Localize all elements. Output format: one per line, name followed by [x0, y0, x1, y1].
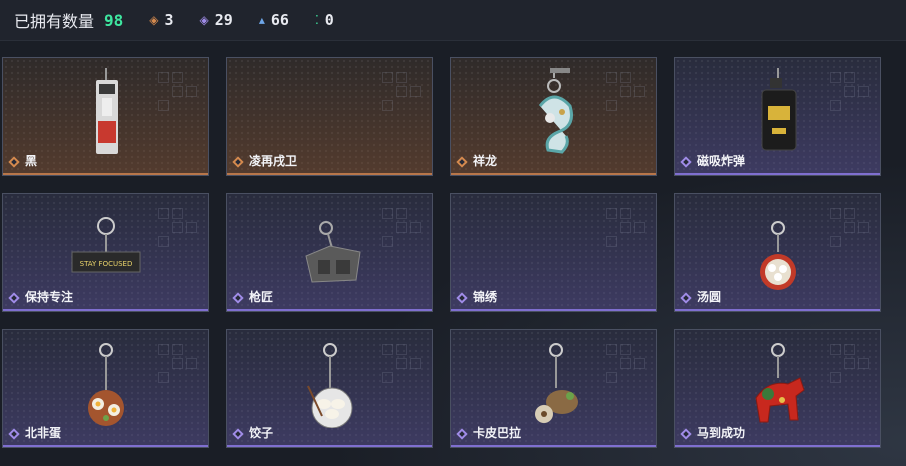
- item-name: 马到成功: [697, 426, 746, 440]
- item-card[interactable]: 祥龙: [450, 57, 657, 176]
- capybara-pendant-image: [514, 338, 594, 428]
- stat-green-count: 0: [324, 11, 334, 29]
- card-pattern-decoration: [606, 208, 646, 248]
- card-pattern-decoration: [830, 208, 870, 248]
- item-name: 祥龙: [473, 154, 498, 168]
- dragon-pendant-image: [514, 66, 594, 156]
- dumpling-plate-pendant-image: [290, 338, 370, 429]
- stat-purple-count: 29: [214, 11, 233, 29]
- shakshuka-pendant-image: [66, 338, 146, 428]
- none-image: [290, 66, 370, 156]
- stat-blue-count: 66: [270, 11, 289, 29]
- green-dots-icon: ⁚: [314, 13, 319, 27]
- card-pattern-decoration: [158, 208, 198, 248]
- item-card[interactable]: 凌再戌卫: [226, 57, 433, 176]
- item-card[interactable]: 黑: [2, 57, 209, 176]
- item-card[interactable]: 北非蛋: [2, 329, 209, 448]
- stat-purple: ◈ 29: [200, 11, 233, 29]
- stat-orange: ◈ 3: [149, 11, 173, 29]
- item-card[interactable]: 马到成功: [674, 329, 881, 448]
- item-name: 枪匠: [249, 290, 274, 304]
- card-pattern-decoration: [382, 208, 422, 248]
- stat-orange-count: 3: [164, 11, 174, 29]
- item-name: 北非蛋: [25, 426, 62, 440]
- item-name: 锦绣: [473, 290, 498, 304]
- gun-receiver-pendant-image: [290, 202, 370, 292]
- card-pattern-decoration: [830, 72, 870, 112]
- item-grid: 黑 凌再戌卫 祥龙 磁吸炸弹 STAY FOCUSED 保持专注 枪匠 锦绣 汤圆北非蛋 饺子 卡皮…: [2, 57, 881, 448]
- red-horse-pendant-image: [738, 338, 818, 428]
- stat-blue: ▴ 66: [259, 11, 289, 29]
- item-name: 卡皮巴拉: [473, 426, 522, 440]
- tangyuan-bowl-pendant-image: [738, 202, 818, 292]
- item-name: 凌再戌卫: [249, 154, 298, 168]
- card-pattern-decoration: [606, 344, 646, 384]
- stat-green: ⁚ 0: [315, 11, 334, 29]
- item-name: 汤圆: [697, 290, 722, 304]
- stay-focused-tag-image: STAY FOCUSED: [66, 202, 146, 292]
- card-pattern-decoration: [830, 344, 870, 384]
- collection-header: 已拥有数量 98 ◈ 3 ◈ 29 ▴ 66 ⁚ 0: [0, 0, 906, 41]
- bomb-pendant-image: [738, 66, 818, 156]
- owned-count: 98: [104, 10, 124, 30]
- item-card[interactable]: 锦绣: [450, 193, 657, 312]
- card-pattern-decoration: [158, 72, 198, 112]
- red-battery-pendant-image: [66, 66, 146, 156]
- owned-label: 已拥有数量: [14, 12, 95, 31]
- item-name: 保持专注: [25, 290, 74, 304]
- item-card[interactable]: 饺子: [226, 329, 433, 448]
- card-pattern-decoration: [158, 344, 198, 384]
- purple-diamond-icon: ◈: [199, 13, 209, 27]
- item-card[interactable]: 汤圆: [674, 193, 881, 312]
- none-image: [514, 202, 594, 292]
- card-pattern-decoration: [382, 344, 422, 384]
- orange-diamond-icon: ◈: [149, 13, 159, 27]
- item-card[interactable]: 枪匠: [226, 193, 433, 312]
- blue-diamond-icon: ▴: [258, 13, 265, 27]
- item-name: 饺子: [249, 426, 274, 440]
- item-card[interactable]: STAY FOCUSED 保持专注: [2, 193, 209, 312]
- item-card[interactable]: 磁吸炸弹: [674, 57, 881, 176]
- card-pattern-decoration: [606, 72, 646, 112]
- svg-text:STAY FOCUSED: STAY FOCUSED: [79, 260, 132, 268]
- item-name: 磁吸炸弹: [697, 154, 746, 168]
- item-name: 黑: [25, 154, 38, 168]
- card-pattern-decoration: [382, 72, 422, 112]
- item-card[interactable]: 卡皮巴拉: [450, 329, 657, 448]
